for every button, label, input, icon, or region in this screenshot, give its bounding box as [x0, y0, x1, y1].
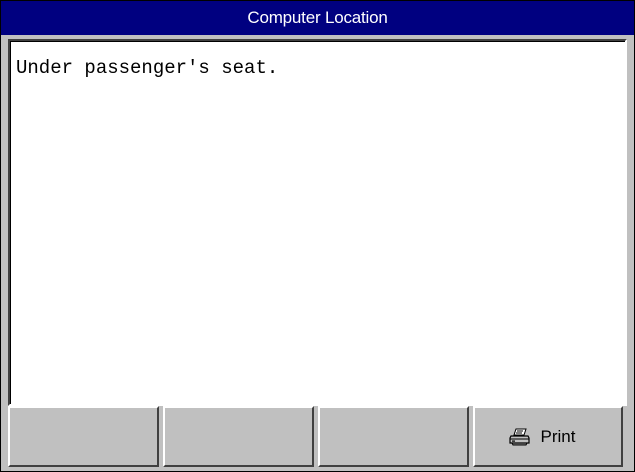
app-window: Computer Location Under passenger's seat… [0, 0, 635, 472]
content-panel-inner: Under passenger's seat. [10, 41, 625, 404]
location-text: Under passenger's seat. [16, 57, 279, 79]
content-panel[interactable]: Under passenger's seat. [8, 39, 627, 406]
printer-icon [508, 428, 531, 446]
softkey-bar: Print [8, 406, 627, 467]
window-title: Computer Location [247, 8, 388, 27]
print-label: Print [540, 426, 576, 446]
softkey-2-button[interactable] [163, 406, 314, 467]
softkey-1-button[interactable] [8, 406, 159, 467]
title-bar: Computer Location [1, 1, 634, 35]
softkey-3-button[interactable] [318, 406, 469, 467]
print-button[interactable]: Print [473, 406, 623, 467]
